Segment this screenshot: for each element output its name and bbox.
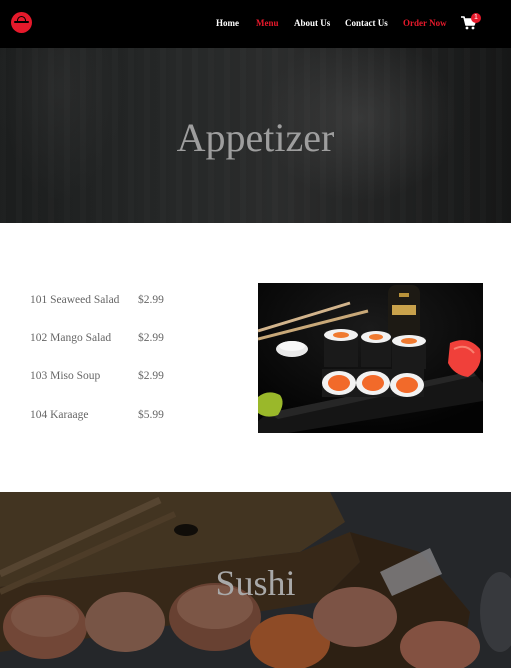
top-navbar: Home Menu About Us Contact Us Order Now … bbox=[0, 0, 511, 48]
nav-about-link[interactable]: About Us bbox=[294, 18, 330, 28]
nav-links: Home Menu About Us Contact Us Order Now bbox=[0, 0, 511, 48]
nav-contact-link[interactable]: Contact Us bbox=[345, 18, 388, 28]
sushi-section-title: Sushi bbox=[215, 563, 296, 603]
menu-item-price: $2.99 bbox=[138, 294, 164, 306]
nav-order-now-link[interactable]: Order Now bbox=[403, 18, 447, 28]
appetizer-food-photo bbox=[258, 283, 483, 433]
menu-item-name: 104 Karaage bbox=[30, 409, 89, 421]
menu-item-name: 101 Seaweed Salad bbox=[30, 294, 120, 306]
menu-item-name: 103 Miso Soup bbox=[30, 370, 101, 382]
cart-count-badge: 1 bbox=[471, 13, 481, 23]
menu-item-price: $2.99 bbox=[138, 370, 164, 382]
nav-menu-link[interactable]: Menu bbox=[256, 18, 279, 28]
menu-item-price: $5.99 bbox=[138, 409, 164, 421]
menu-item-price: $2.99 bbox=[138, 332, 164, 344]
menu-item-name: 102 Mango Salad bbox=[30, 332, 112, 344]
nav-home-link[interactable]: Home bbox=[216, 18, 239, 28]
appetizer-section-title: Appetizer bbox=[176, 115, 335, 160]
appetizer-hero-banner: Appetizer bbox=[0, 48, 511, 223]
sushi-hero-banner: Sushi bbox=[0, 492, 511, 668]
